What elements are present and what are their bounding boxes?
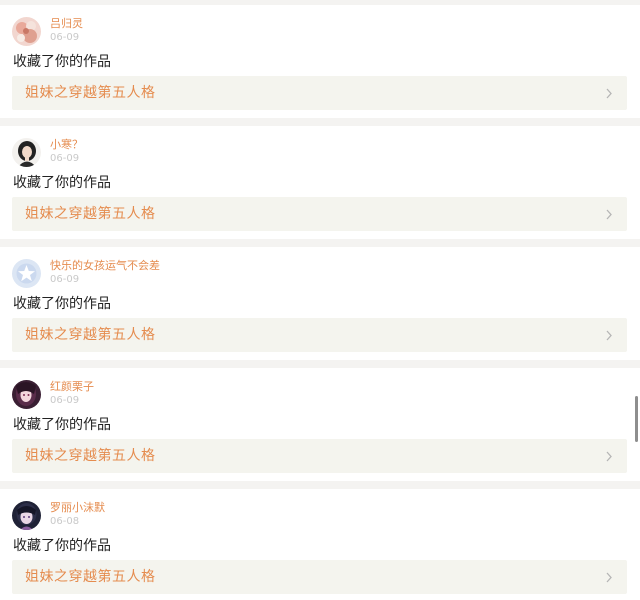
avatar[interactable] (12, 380, 41, 409)
avatar[interactable] (12, 138, 41, 167)
username[interactable]: 吕归灵 (50, 17, 83, 30)
action-text: 收藏了你的作品 (13, 175, 111, 191)
notification-card: 吕归灵 06-09 收藏了你的作品 姐妹之穿越第五人格 (0, 5, 640, 118)
timestamp: 06-09 (50, 274, 80, 285)
work-link[interactable]: 姐妹之穿越第五人格 (12, 560, 627, 594)
timestamp: 06-09 (50, 153, 80, 164)
avatar-anime-girl-purple-icon (12, 380, 41, 409)
timestamp: 06-08 (50, 516, 80, 527)
action-text: 收藏了你的作品 (13, 417, 111, 433)
timestamp: 06-09 (50, 395, 80, 406)
avatar[interactable] (12, 501, 41, 530)
notification-card: 快乐的女孩运气不会差 06-09 收藏了你的作品 姐妹之穿越第五人格 (0, 247, 640, 360)
work-link[interactable]: 姐妹之穿越第五人格 (12, 197, 627, 231)
avatar-girl-dark-hair-icon (12, 138, 41, 167)
chevron-right-icon (606, 451, 612, 462)
notification-card: 小寒？ 06-09 收藏了你的作品 姐妹之穿越第五人格 (0, 126, 640, 239)
notification-card: 红颜栗子 06-09 收藏了你的作品 姐妹之穿越第五人格 (0, 368, 640, 481)
work-title: 姐妹之穿越第五人格 (25, 85, 156, 101)
avatar-anime-girl-dark-icon (12, 501, 41, 530)
work-link[interactable]: 姐妹之穿越第五人格 (12, 439, 627, 473)
work-title: 姐妹之穿越第五人格 (25, 327, 156, 343)
username[interactable]: 红颜栗子 (50, 380, 94, 393)
avatar[interactable] (12, 17, 41, 46)
notification-card: 罗丽小沫默 06-08 收藏了你的作品 姐妹之穿越第五人格 (0, 489, 640, 600)
action-text: 收藏了你的作品 (13, 538, 111, 554)
avatar-default-star-icon (12, 259, 41, 288)
notification-feed: 吕归灵 06-09 收藏了你的作品 姐妹之穿越第五人格 小寒？ 06-09 收藏… (0, 0, 640, 600)
username[interactable]: 罗丽小沫默 (50, 501, 105, 514)
avatar[interactable] (12, 259, 41, 288)
scrollbar-thumb[interactable] (635, 396, 638, 442)
chevron-right-icon (606, 572, 612, 583)
username[interactable]: 快乐的女孩运气不会差 (50, 259, 160, 272)
action-text: 收藏了你的作品 (13, 54, 111, 70)
timestamp: 06-09 (50, 32, 80, 43)
avatar-pink-floral-icon (12, 17, 41, 46)
work-title: 姐妹之穿越第五人格 (25, 206, 156, 222)
action-text: 收藏了你的作品 (13, 296, 111, 312)
work-title: 姐妹之穿越第五人格 (25, 569, 156, 585)
chevron-right-icon (606, 209, 612, 220)
work-title: 姐妹之穿越第五人格 (25, 448, 156, 464)
chevron-right-icon (606, 88, 612, 99)
chevron-right-icon (606, 330, 612, 341)
username[interactable]: 小寒？ (50, 138, 83, 151)
work-link[interactable]: 姐妹之穿越第五人格 (12, 76, 627, 110)
work-link[interactable]: 姐妹之穿越第五人格 (12, 318, 627, 352)
